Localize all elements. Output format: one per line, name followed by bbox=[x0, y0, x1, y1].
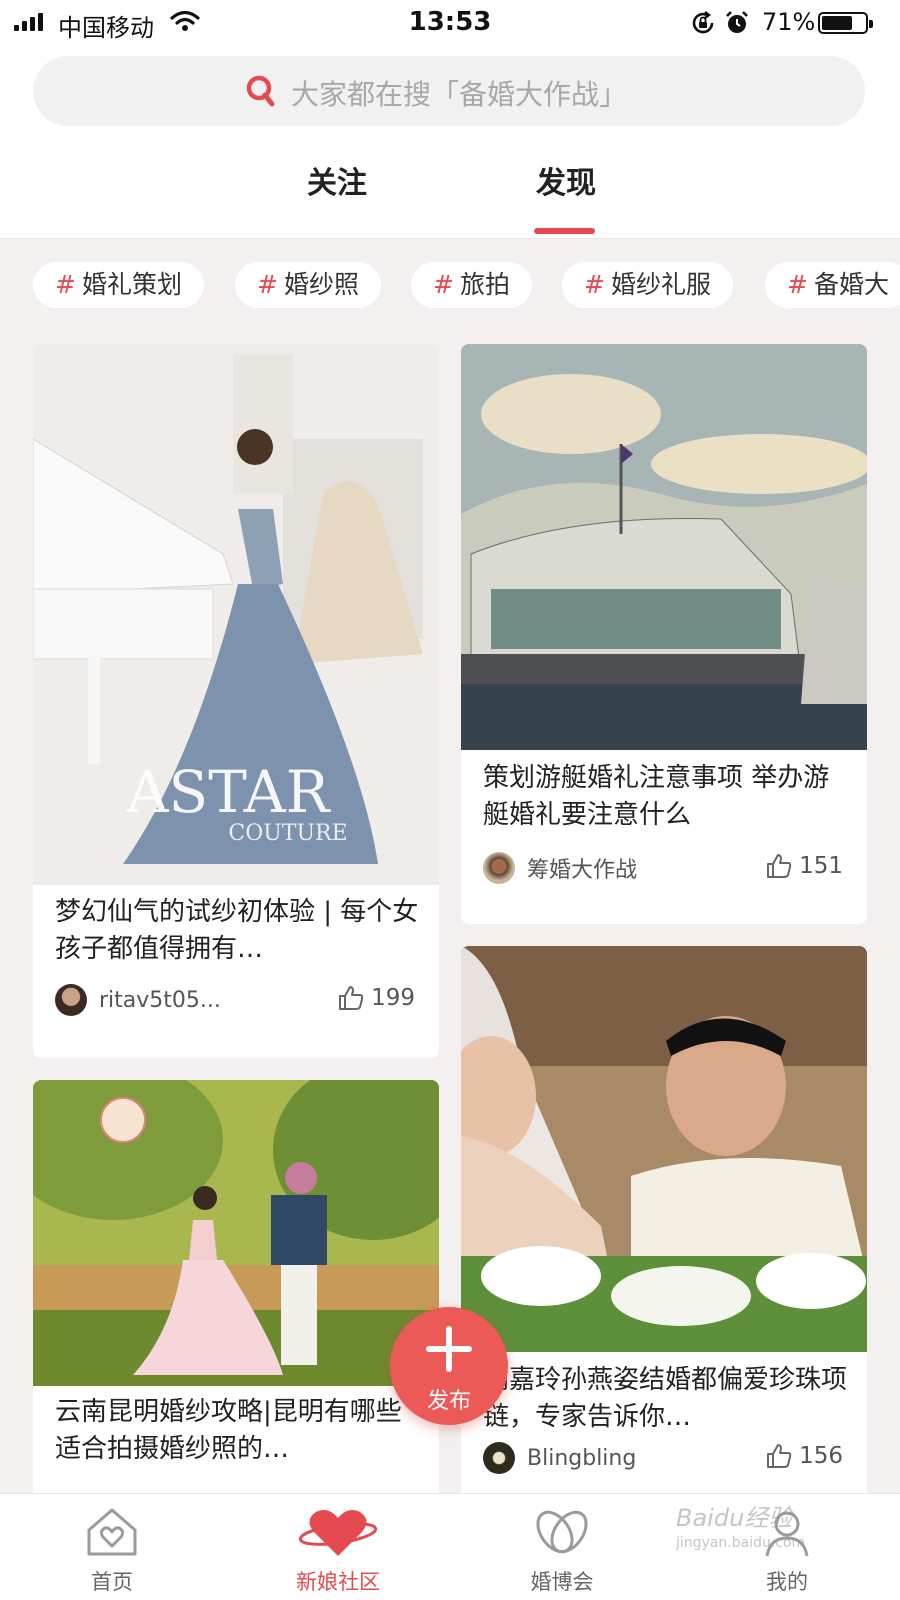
like-count[interactable]: 199 bbox=[337, 984, 415, 1012]
post-title: 策划游艇婚礼注意事项 举办游艇婚礼要注意什么 bbox=[483, 763, 830, 830]
battery-icon bbox=[818, 12, 873, 34]
tab-bride-community[interactable]: 新娘社区 bbox=[278, 1504, 398, 1596]
tab-wedding-expo[interactable]: 婚博会 bbox=[502, 1504, 622, 1596]
tab-follow[interactable]: 关注 bbox=[307, 158, 367, 202]
tab-discover[interactable]: 发现 bbox=[536, 158, 596, 202]
author-name: ritav5t05... bbox=[99, 987, 221, 1013]
header: 大家都在搜「备婚大作战」 关注 发现 bbox=[0, 46, 900, 238]
image-brand-text: ASTAR bbox=[126, 758, 332, 826]
post-title: 云南昆明婚纱攻略|昆明有哪些适合拍摄婚纱照的… bbox=[55, 1397, 402, 1464]
plus-icon bbox=[426, 1326, 472, 1372]
watermark: Baidu经验 jingyan.baidu.com bbox=[676, 1504, 806, 1551]
active-tab-indicator bbox=[534, 228, 595, 234]
alarm-icon bbox=[726, 11, 748, 33]
thumbs-up-icon bbox=[339, 986, 364, 1010]
thumbs-up-icon bbox=[767, 1444, 792, 1468]
author-name: Blingbling bbox=[527, 1445, 637, 1471]
divider bbox=[0, 238, 900, 239]
post-title: 刘嘉玲孙燕姿结婚都偏爱珍珠项链，专家告诉你… bbox=[483, 1365, 848, 1432]
topic-chip-wedding-photo[interactable]: # 婚纱照 bbox=[235, 262, 381, 308]
topic-chip-travel-photo[interactable]: # 旅拍 bbox=[411, 262, 532, 308]
post-author: 筹婚大作战 bbox=[483, 852, 637, 884]
home-heart-icon bbox=[87, 1508, 137, 1556]
battery-fill bbox=[822, 16, 852, 30]
battery-percent: 71% bbox=[762, 8, 816, 36]
topic-chips: # 婚礼策划 # 婚纱照 # 旅拍 # 婚纱礼服 # 备婚大 bbox=[0, 262, 900, 312]
topic-chip-wedding-planning[interactable]: # 婚礼策划 bbox=[33, 262, 204, 308]
post-image-bridal-gown: ASTAR COUTURE bbox=[33, 344, 439, 885]
post-author: Blingbling bbox=[483, 1442, 636, 1474]
search-bar[interactable]: 大家都在搜「备婚大作战」 bbox=[33, 56, 865, 126]
image-brand-subtext: COUTURE bbox=[228, 821, 347, 846]
author-name: 筹婚大作战 bbox=[527, 858, 638, 883]
feed-card[interactable]: 策划游艇婚礼注意事项 举办游艇婚礼要注意什么 筹婚大作战 151 bbox=[461, 344, 867, 924]
post-title: 梦幻仙气的试纱初体验 | 每个女孩子都值得拥有… bbox=[55, 897, 419, 964]
feed-card[interactable]: ASTAR COUTURE 梦幻仙气的试纱初体验 | 每个女孩子都值得拥有… r… bbox=[33, 344, 439, 1058]
like-count[interactable]: 151 bbox=[765, 852, 843, 880]
feed-card[interactable]: 刘嘉玲孙燕姿结婚都偏爱珍珠项链，专家告诉你… Blingbling 156 bbox=[461, 946, 867, 1506]
search-placeholder: 大家都在搜「备婚大作战」 bbox=[291, 78, 628, 111]
like-count[interactable]: 156 bbox=[765, 1442, 843, 1470]
rings-icon bbox=[536, 1510, 588, 1554]
rotation-lock-icon bbox=[692, 11, 714, 34]
tab-home[interactable]: 首页 bbox=[52, 1504, 172, 1596]
feed-card[interactable]: 云南昆明婚纱攻略|昆明有哪些适合拍摄婚纱照的… bbox=[33, 1080, 439, 1500]
post-image-wedding-couple-outdoor bbox=[33, 1080, 439, 1386]
heart-planet-icon bbox=[298, 1510, 378, 1556]
thumbs-up-icon bbox=[767, 854, 792, 878]
publish-button[interactable]: 发布 bbox=[390, 1307, 508, 1425]
topic-chip-wedding-dress[interactable]: # 婚纱礼服 bbox=[562, 262, 733, 308]
topic-chip-wedding-prep[interactable]: # 备婚大 bbox=[765, 262, 900, 308]
avatar bbox=[483, 1442, 515, 1474]
search-icon bbox=[246, 75, 275, 107]
post-image-wedding-ceremony bbox=[461, 946, 867, 1352]
avatar bbox=[55, 984, 87, 1016]
status-bar: 中国移动 13:53 71% bbox=[0, 0, 900, 46]
post-author: ritav5t05... bbox=[55, 984, 221, 1016]
avatar bbox=[483, 852, 515, 884]
publish-label: 发布 bbox=[426, 1389, 471, 1414]
post-image-yacht bbox=[461, 344, 867, 750]
